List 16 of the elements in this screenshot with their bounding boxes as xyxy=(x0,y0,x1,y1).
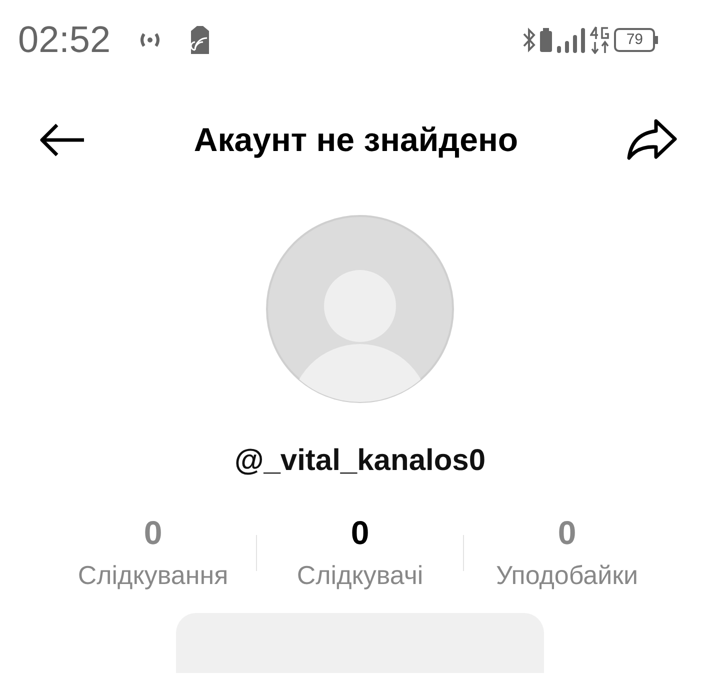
back-arrow-icon[interactable] xyxy=(38,122,86,158)
stat-count: 0 xyxy=(350,514,370,552)
stat-label[interactable]: Уподобайки xyxy=(496,560,638,591)
bluetooth-icon xyxy=(522,27,536,53)
stat-label[interactable]: Слідкувачі xyxy=(296,560,424,591)
page-title: Акаунт не знайдено xyxy=(194,121,518,159)
clock-time: 02:52 xyxy=(18,19,111,61)
username: @_vital_kanalos0 xyxy=(234,444,486,478)
stat-count: 0 xyxy=(558,514,576,552)
battery-saver-icon xyxy=(540,28,552,52)
mobile-data-icon xyxy=(590,26,610,54)
share-arrow-icon[interactable] xyxy=(626,118,678,162)
stat-label[interactable]: Слідкування xyxy=(78,560,228,591)
signal-icon xyxy=(556,26,586,54)
battery-indicator: 79 xyxy=(614,28,658,52)
stat-count: 0 xyxy=(144,514,162,552)
